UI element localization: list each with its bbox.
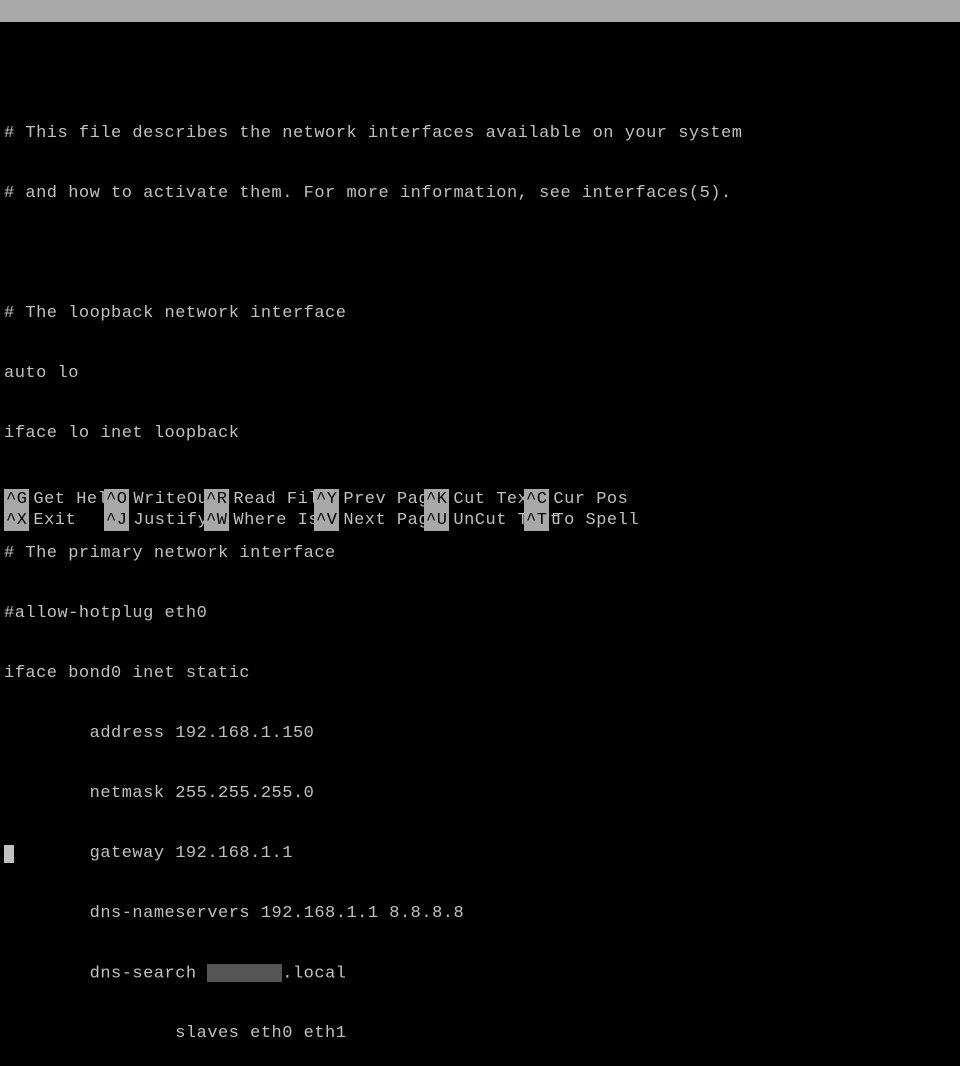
shortcut-item[interactable]: ^UUnCut Text (424, 510, 524, 531)
file-line: dns-nameservers 192.168.1.1 8.8.8.8 (4, 904, 956, 924)
shortcut-key: ^K (424, 489, 449, 510)
file-label: File: /etc/network/interfaces (325, 23, 635, 42)
file-line: netmask 255.255.255.0 (4, 784, 956, 804)
shortcut-item[interactable]: ^VNext Page (314, 510, 424, 531)
shortcut-row-1: ^GGet Help ^OWriteOut ^RRead File ^YPrev… (4, 489, 956, 510)
file-line: iface bond0 inet static (4, 664, 956, 684)
shortcut-item[interactable]: ^KCut Text (424, 489, 524, 510)
shortcut-item[interactable]: ^JJustify (104, 510, 204, 531)
file-line: # and how to activate them. For more inf… (4, 184, 956, 204)
file-line: # The primary network interface (4, 544, 956, 564)
redacted-text: xxxxxxx (207, 964, 282, 982)
file-line: # The loopback network interface (4, 304, 956, 324)
file-line: #allow-hotplug eth0 (4, 604, 956, 624)
shortcut-item[interactable]: ^WWhere Is (204, 510, 314, 531)
shortcut-key: ^Y (314, 489, 339, 510)
shortcut-key: ^X (4, 510, 29, 531)
file-line (4, 244, 956, 264)
shortcut-key: ^R (204, 489, 229, 510)
shortcut-item[interactable]: ^CCur Pos (524, 489, 614, 510)
shortcut-key: ^C (524, 489, 549, 510)
titlebar: GNU nano 2.2.6 File: /etc/network/interf… (0, 0, 960, 22)
file-line: slaves eth0 eth1 (4, 1024, 956, 1044)
shortcut-bar: ^GGet Help ^OWriteOut ^RRead File ^YPrev… (0, 489, 960, 533)
shortcut-item[interactable]: ^GGet Help (4, 489, 104, 510)
shortcut-item[interactable]: ^OWriteOut (104, 489, 204, 510)
shortcut-key: ^J (104, 510, 129, 531)
shortcut-key: ^O (104, 489, 129, 510)
shortcut-row-2: ^XExit ^JJustify ^WWhere Is ^VNext Page … (4, 510, 956, 531)
file-line (4, 64, 956, 84)
shortcut-key: ^V (314, 510, 339, 531)
shortcut-label: Cur Pos (549, 489, 628, 510)
file-line: address 192.168.1.150 (4, 724, 956, 744)
shortcut-label: To Spell (549, 510, 639, 531)
shortcut-item[interactable]: ^TTo Spell (524, 510, 614, 531)
shortcut-key: ^W (204, 510, 229, 531)
shortcut-key: ^G (4, 489, 29, 510)
file-line: gateway 192.168.1.1 (4, 844, 956, 864)
shortcut-item[interactable]: ^YPrev Page (314, 489, 424, 510)
shortcut-key: ^T (524, 510, 549, 531)
editor-area[interactable]: # This file describes the network interf… (0, 22, 960, 1066)
shortcut-item[interactable]: ^RRead File (204, 489, 314, 510)
shortcut-item[interactable]: ^XExit (4, 510, 104, 531)
file-line: # This file describes the network interf… (4, 124, 956, 144)
file-line: dns-search xxxxxxx.local (4, 964, 956, 984)
file-line: auto lo (4, 364, 956, 384)
file-line: iface lo inet loopback (4, 424, 956, 444)
shortcut-key: ^U (424, 510, 449, 531)
app-name: GNU nano 2.2.6 (25, 23, 196, 42)
